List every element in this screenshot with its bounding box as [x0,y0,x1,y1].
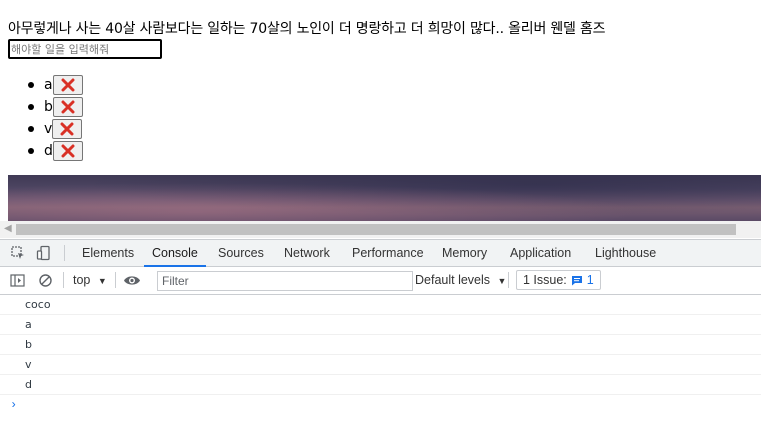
bullet [28,126,34,132]
filter-input[interactable] [157,271,413,291]
close-icon [60,122,74,136]
device-toolbar-icon[interactable] [36,245,52,261]
issues-button[interactable]: 1 Issue: 1 [516,270,601,290]
bullet [28,148,34,154]
prompt-chevron-icon: › [10,398,18,412]
console-log-line: b [0,335,761,355]
todo-input[interactable] [8,39,162,59]
issues-label: 1 Issue: [523,273,567,287]
tab-elements[interactable]: Elements [82,240,134,266]
todo-list: a b v d [8,74,83,162]
toolbar-divider [508,272,509,288]
bullet [28,82,34,88]
eye-icon[interactable] [123,274,141,287]
toolbar-divider [63,272,64,288]
devtools-panel: Elements Console Sources Network Perform… [0,239,761,441]
list-item: a [8,74,83,96]
horizontal-scrollbar[interactable]: ◀ [0,221,761,238]
console-log-line: d [0,375,761,395]
background-image [8,175,761,221]
tab-network[interactable]: Network [284,240,330,266]
todo-text: v [44,121,53,137]
console-log-line: v [0,355,761,375]
close-icon [61,78,75,92]
quote-text: 아무렇게나 사는 40살 사람보다는 일하는 70살의 노인이 더 명랑하고 더… [8,21,606,37]
devtools-tab-bar: Elements Console Sources Network Perform… [0,240,761,267]
inspect-icon[interactable] [10,245,26,261]
console-output: coco a b v d › [0,295,761,415]
list-item: v [8,118,83,140]
tab-divider [64,245,65,261]
tab-lighthouse[interactable]: Lighthouse [595,240,656,266]
delete-button[interactable] [52,119,83,139]
context-select[interactable]: top ▼ [73,273,107,287]
scrollbar-thumb[interactable] [16,224,736,235]
toolbar-divider [115,272,116,288]
close-icon [61,100,75,114]
delete-button[interactable] [52,75,83,95]
chevron-down-icon: ▼ [497,276,507,286]
close-icon [61,144,75,158]
delete-button[interactable] [52,97,83,117]
tab-sources[interactable]: Sources [218,240,264,266]
todo-text: d [44,143,53,159]
bullet [28,104,34,110]
list-item: b [8,96,83,118]
context-value: top [73,273,91,287]
tab-performance[interactable]: Performance [352,240,424,266]
list-item: d [8,140,83,162]
message-icon [571,275,582,285]
console-log-line: coco [0,295,761,315]
log-levels-label: Default levels [415,273,491,287]
clear-console-icon[interactable] [38,273,53,288]
delete-button[interactable] [52,141,83,161]
tab-memory[interactable]: Memory [442,240,487,266]
tab-application[interactable]: Application [510,240,571,266]
log-levels-select[interactable]: Default levels ▼ [415,273,506,287]
chevron-down-icon: ▼ [97,276,107,286]
scroll-left-icon[interactable]: ◀ [4,224,12,234]
console-log-line: a [0,315,761,335]
todo-text: a [44,77,53,93]
issues-count: 1 [586,273,594,287]
tab-console[interactable]: Console [144,240,206,267]
console-prompt[interactable]: › [0,395,761,415]
console-toolbar: top ▼ Default levels ▼ 1 Issue: 1 [0,267,761,295]
todo-text: b [44,99,53,115]
sidebar-toggle-icon[interactable] [10,273,25,288]
